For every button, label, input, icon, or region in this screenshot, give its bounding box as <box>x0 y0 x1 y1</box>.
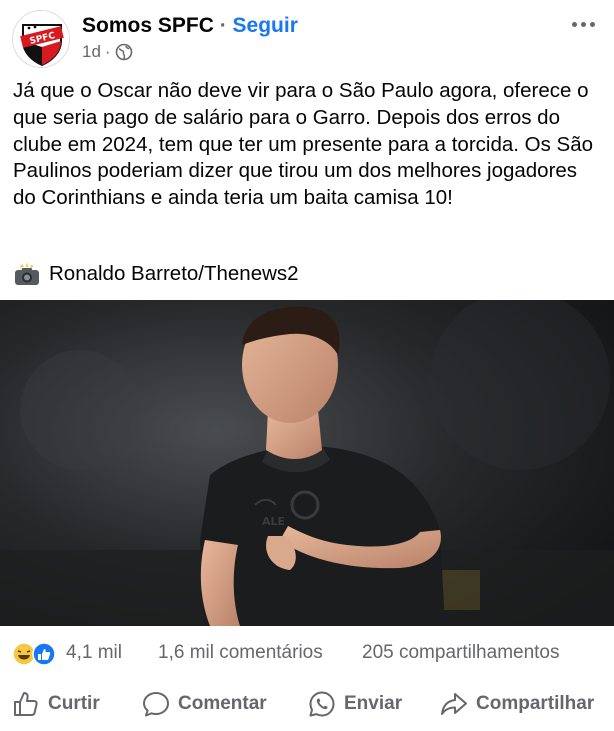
page-avatar[interactable]: SPFC <box>12 10 70 68</box>
reactions-count[interactable]: 4,1 mil <box>66 642 122 664</box>
share-arrow-icon <box>441 693 467 715</box>
page-name[interactable]: Somos SPFC <box>82 14 214 37</box>
page-name-line: Somos SPFC · Seguir <box>82 14 298 38</box>
globe-icon <box>115 43 132 61</box>
comment-label: Comentar <box>178 693 267 714</box>
reactions-bar: 4,1 mil 1,6 mil comentários 205 comparti… <box>0 630 614 676</box>
like-button[interactable]: Curtir <box>12 688 100 720</box>
like-label: Curtir <box>48 693 100 714</box>
shirt-sponsor-text: ALE <box>262 515 285 528</box>
player-photo-illustration: ALE <box>0 300 614 626</box>
camera-flash-icon <box>15 262 39 285</box>
post-header: SPFC Somos SPFC · Seguir 1d · <box>0 0 614 72</box>
share-button[interactable]: Compartilhar <box>440 688 594 720</box>
share-label: Compartilhar <box>476 693 595 714</box>
post-photo[interactable]: ALE <box>0 300 614 626</box>
send-label: Enviar <box>344 693 403 714</box>
photo-credit: Ronaldo Barreto/Thenews2 <box>13 262 299 286</box>
post-actions: Curtir Comentar Enviar Compartilhar <box>0 680 614 726</box>
more-dot-icon <box>571 21 577 27</box>
post-text: Já que o Oscar não deve vir para o São P… <box>13 79 594 210</box>
photo-credit-text: Ronaldo Barreto/Thenews2 <box>49 262 299 285</box>
send-button[interactable]: Enviar <box>308 688 402 720</box>
comments-count[interactable]: 1,6 mil comentários <box>158 642 323 664</box>
more-options-button[interactable] <box>568 12 598 36</box>
comment-bubble-icon <box>143 692 169 717</box>
more-dot-icon <box>580 21 586 27</box>
whatsapp-icon <box>309 691 335 717</box>
spfc-logo-icon: SPFC <box>13 11 69 67</box>
follow-button[interactable]: Seguir <box>233 14 298 37</box>
comment-button[interactable]: Comentar <box>142 688 267 720</box>
thumbs-up-icon <box>14 692 38 716</box>
separator-dot: · <box>219 14 227 37</box>
post-time[interactable]: 1d <box>82 42 101 62</box>
like-reaction-icon <box>32 642 56 666</box>
shares-count[interactable]: 205 compartilhamentos <box>362 642 560 664</box>
post-meta: 1d · <box>82 42 133 62</box>
haha-reaction-icon <box>12 642 36 666</box>
time-separator: · <box>104 42 111 61</box>
more-dot-icon <box>589 21 595 27</box>
reaction-icons[interactable] <box>12 642 62 666</box>
